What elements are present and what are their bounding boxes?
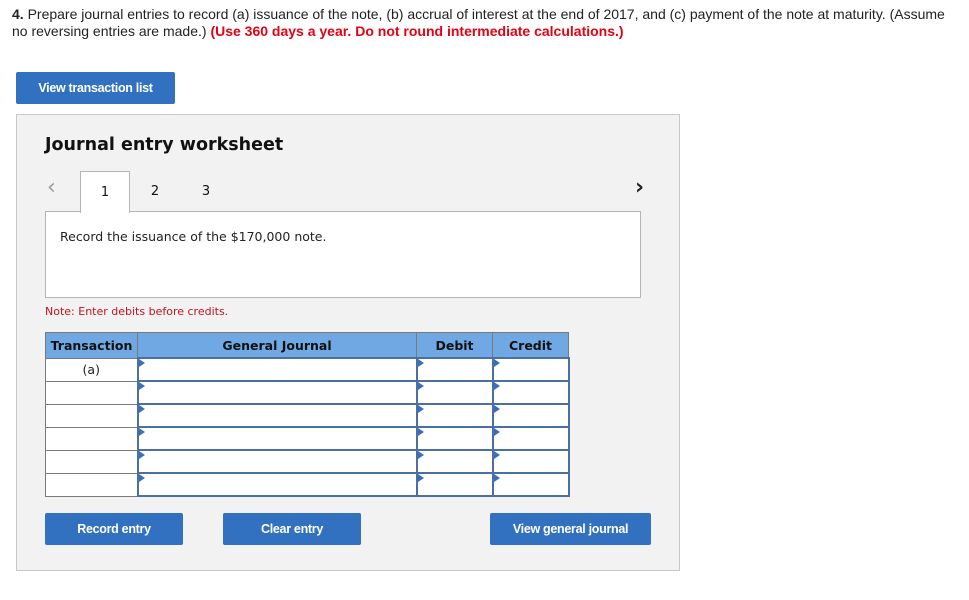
dropdown-marker-icon bbox=[417, 451, 424, 459]
account-input-cell[interactable] bbox=[136, 472, 418, 497]
credit-input-cell[interactable] bbox=[491, 449, 570, 474]
entry-description-box: Record the issuance of the $170,000 note… bbox=[45, 211, 641, 298]
transaction-cell bbox=[45, 403, 138, 428]
dropdown-marker-icon bbox=[493, 405, 500, 413]
credit-input[interactable] bbox=[493, 383, 568, 403]
account-input[interactable] bbox=[138, 360, 416, 380]
credit-input-cell[interactable] bbox=[491, 426, 570, 451]
header-debit: Debit bbox=[416, 332, 493, 359]
account-input-cell[interactable] bbox=[136, 380, 418, 405]
debit-input[interactable] bbox=[417, 406, 492, 426]
table-row bbox=[45, 449, 570, 474]
dropdown-marker-icon bbox=[417, 382, 424, 390]
tab-1[interactable]: 1 bbox=[80, 171, 130, 213]
debit-input[interactable] bbox=[417, 360, 492, 380]
table-row bbox=[45, 403, 570, 428]
worksheet-title: Journal entry worksheet bbox=[45, 135, 284, 155]
chevron-right-icon[interactable]: › bbox=[635, 175, 644, 200]
tab-2[interactable]: 2 bbox=[131, 171, 179, 211]
dropdown-marker-icon bbox=[417, 359, 424, 367]
credit-input-cell[interactable] bbox=[491, 403, 570, 428]
dropdown-marker-icon bbox=[493, 451, 500, 459]
dropdown-marker-icon bbox=[138, 382, 145, 390]
dropdown-marker-icon bbox=[493, 382, 500, 390]
credit-input[interactable] bbox=[493, 360, 568, 380]
debit-input-cell[interactable] bbox=[415, 472, 494, 497]
clear-entry-button[interactable]: Clear entry bbox=[223, 513, 361, 545]
credit-input[interactable] bbox=[493, 406, 568, 426]
header-credit: Credit bbox=[492, 332, 569, 359]
transaction-cell: (a) bbox=[45, 357, 138, 382]
dropdown-marker-icon bbox=[138, 405, 145, 413]
debit-input-cell[interactable] bbox=[415, 426, 494, 451]
dropdown-marker-icon bbox=[138, 428, 145, 436]
debit-input[interactable] bbox=[417, 475, 492, 495]
account-input[interactable] bbox=[138, 452, 416, 472]
table-row: (a) bbox=[45, 357, 570, 382]
table-row bbox=[45, 472, 570, 497]
dropdown-marker-icon bbox=[417, 474, 424, 482]
transaction-cell bbox=[45, 449, 138, 474]
account-input[interactable] bbox=[138, 383, 416, 403]
question-emphasis: (Use 360 days a year. Do not round inter… bbox=[210, 23, 624, 39]
debit-input-cell[interactable] bbox=[415, 403, 494, 428]
account-input-cell[interactable] bbox=[136, 403, 418, 428]
journal-table: Transaction General Journal Debit Credit… bbox=[45, 332, 570, 497]
credit-input[interactable] bbox=[493, 429, 568, 449]
account-input-cell[interactable] bbox=[136, 449, 418, 474]
question-text: 4. Prepare journal entries to record (a)… bbox=[12, 6, 957, 40]
dropdown-marker-icon bbox=[138, 359, 145, 367]
dropdown-marker-icon bbox=[493, 359, 500, 367]
credit-input-cell[interactable] bbox=[491, 380, 570, 405]
account-input-cell[interactable] bbox=[136, 426, 418, 451]
debit-input-cell[interactable] bbox=[415, 357, 494, 382]
credit-input[interactable] bbox=[493, 475, 568, 495]
tab-3[interactable]: 3 bbox=[182, 171, 230, 211]
view-transaction-list-button[interactable]: View transaction list bbox=[16, 72, 175, 104]
dropdown-marker-icon bbox=[493, 474, 500, 482]
credit-input[interactable] bbox=[493, 452, 568, 472]
transaction-cell bbox=[45, 472, 138, 497]
debits-note: Note: Enter debits before credits. bbox=[45, 305, 229, 318]
table-header-row: Transaction General Journal Debit Credit bbox=[45, 332, 569, 359]
view-general-journal-button[interactable]: View general journal bbox=[490, 513, 651, 545]
account-input[interactable] bbox=[138, 406, 416, 426]
dropdown-marker-icon bbox=[417, 428, 424, 436]
credit-input-cell[interactable] bbox=[491, 472, 570, 497]
transaction-cell bbox=[45, 426, 138, 451]
debit-input[interactable] bbox=[417, 452, 492, 472]
dropdown-marker-icon bbox=[138, 451, 145, 459]
credit-input-cell[interactable] bbox=[491, 357, 570, 382]
entry-description: Record the issuance of the $170,000 note… bbox=[60, 229, 327, 244]
dropdown-marker-icon bbox=[417, 405, 424, 413]
table-row bbox=[45, 426, 570, 451]
account-input-cell[interactable] bbox=[136, 357, 418, 382]
header-transaction: Transaction bbox=[45, 332, 138, 359]
debit-input[interactable] bbox=[417, 383, 492, 403]
dropdown-marker-icon bbox=[493, 428, 500, 436]
journal-entry-worksheet: Journal entry worksheet ‹ 1 2 3 › Record… bbox=[16, 114, 680, 571]
chevron-left-icon[interactable]: ‹ bbox=[47, 175, 56, 200]
dropdown-marker-icon bbox=[138, 474, 145, 482]
debit-input[interactable] bbox=[417, 429, 492, 449]
transaction-cell bbox=[45, 380, 138, 405]
debit-input-cell[interactable] bbox=[415, 380, 494, 405]
table-row bbox=[45, 380, 570, 405]
question-number: 4. bbox=[12, 6, 24, 22]
account-input[interactable] bbox=[138, 475, 416, 495]
account-input[interactable] bbox=[138, 429, 416, 449]
record-entry-button[interactable]: Record entry bbox=[45, 513, 183, 545]
header-general-journal: General Journal bbox=[137, 332, 417, 359]
debit-input-cell[interactable] bbox=[415, 449, 494, 474]
